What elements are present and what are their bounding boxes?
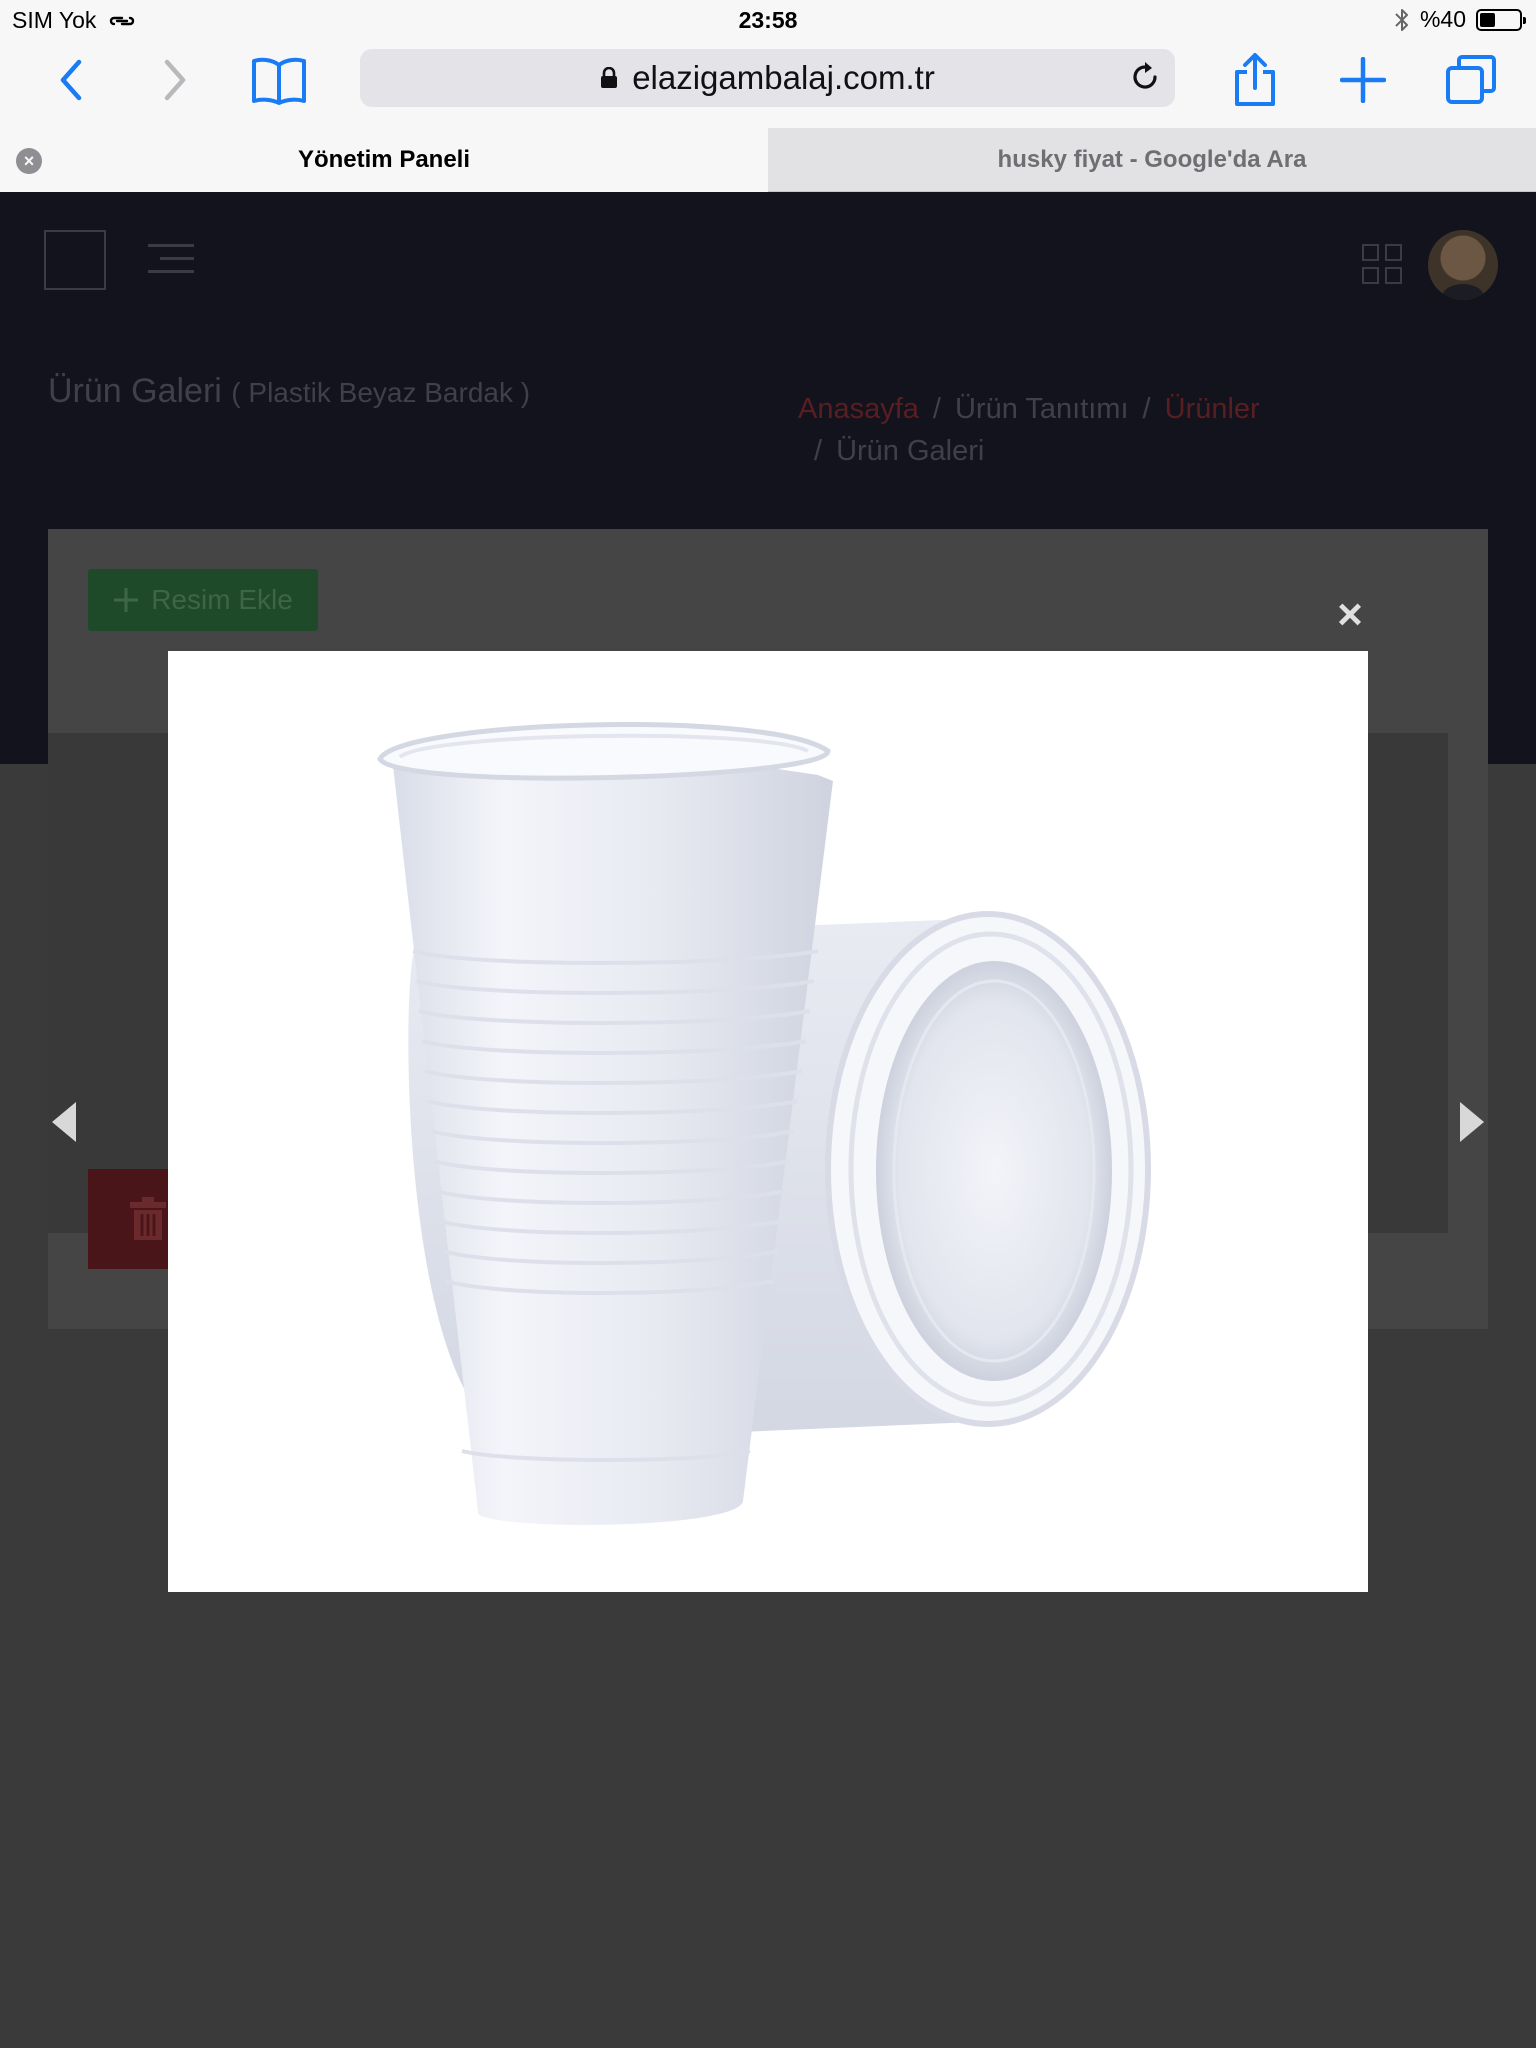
new-tab-button[interactable]: [1328, 50, 1398, 110]
bookmarks-button[interactable]: [244, 50, 314, 110]
plastic-cups-image: [377, 722, 1151, 1525]
reload-button[interactable]: [1127, 59, 1163, 103]
back-icon: [60, 59, 82, 101]
share-icon: [1235, 53, 1275, 106]
breadcrumb: Anasayfa / Ürün Tanıtımı / Ürünler / Ürün Gal…: [798, 393, 1260, 467]
plus-icon: [114, 588, 139, 612]
trash-icon: [130, 1197, 166, 1240]
forward-icon: [164, 59, 186, 101]
tabs-button[interactable]: [1436, 50, 1506, 110]
page-subtitle: ( Plastik Beyaz Bardak ): [231, 377, 531, 408]
new-tab-icon: [1340, 57, 1386, 103]
page-title: Ürün Galeri ( Plastik Beyaz Bardak ): [48, 372, 530, 411]
back-button[interactable]: [36, 50, 106, 110]
battery-level-fill: [1480, 12, 1496, 27]
add-image-button[interactable]: Resim Ekle: [88, 569, 318, 631]
avatar[interactable]: [1428, 230, 1498, 300]
browser-toolbar: elazigambalaj.com.tr: [0, 40, 1536, 128]
status-right: %40: [1394, 6, 1526, 33]
page-title-text: Ürün Galeri: [48, 372, 222, 410]
tab-title: husky fiyat - Google'da Ara: [997, 146, 1307, 173]
lightbox-next-button[interactable]: [1450, 1100, 1490, 1144]
close-tab-icon[interactable]: ×: [16, 148, 42, 174]
add-image-label: Resim Ekle: [151, 584, 293, 615]
bookmarks-icon: [252, 57, 306, 105]
apps-grid-icon[interactable]: [1362, 244, 1402, 284]
triangle-right-icon: [1460, 1102, 1484, 1142]
breadcrumb-current: Ürün Galeri: [836, 435, 985, 467]
url-text: elazigambalaj.com.tr: [632, 59, 935, 96]
address-bar[interactable]: elazigambalaj.com.tr: [360, 49, 1175, 107]
tab-yonetim-paneli[interactable]: × Yönetim Paneli: [0, 128, 768, 192]
breadcrumb-item: Ürün Tanıtımı: [954, 393, 1129, 425]
lightbox-prev-button[interactable]: [46, 1100, 86, 1144]
bluetooth-icon: [1395, 8, 1408, 31]
clock: 23:58: [738, 7, 798, 33]
hamburger-menu-icon[interactable]: [148, 244, 194, 283]
tabs-icon: [1446, 55, 1496, 104]
reload-icon: [1133, 62, 1157, 89]
tab-husky-fiyat[interactable]: husky fiyat - Google'da Ara: [768, 128, 1536, 192]
tab-title: Yönetim Paneli: [297, 146, 471, 173]
lightbox-image: [168, 651, 1368, 1592]
lightbox-close-button[interactable]: ×: [1330, 593, 1370, 637]
battery-icon: [1476, 8, 1526, 31]
breadcrumb-home[interactable]: Anasayfa: [798, 393, 919, 425]
status-bar: SIM Yok 23:58 %40: [0, 0, 1536, 40]
lock-icon: [601, 67, 618, 88]
logo-box[interactable]: [44, 230, 106, 290]
forward-button[interactable]: [140, 50, 210, 110]
battery-percent: %40: [1419, 6, 1466, 32]
breadcrumb-products[interactable]: Ürünler: [1165, 393, 1260, 425]
tab-strip: × Yönetim Paneli husky fiyat - Google'da…: [0, 128, 1536, 192]
triangle-left-icon: [52, 1102, 76, 1142]
share-button[interactable]: [1220, 50, 1290, 110]
